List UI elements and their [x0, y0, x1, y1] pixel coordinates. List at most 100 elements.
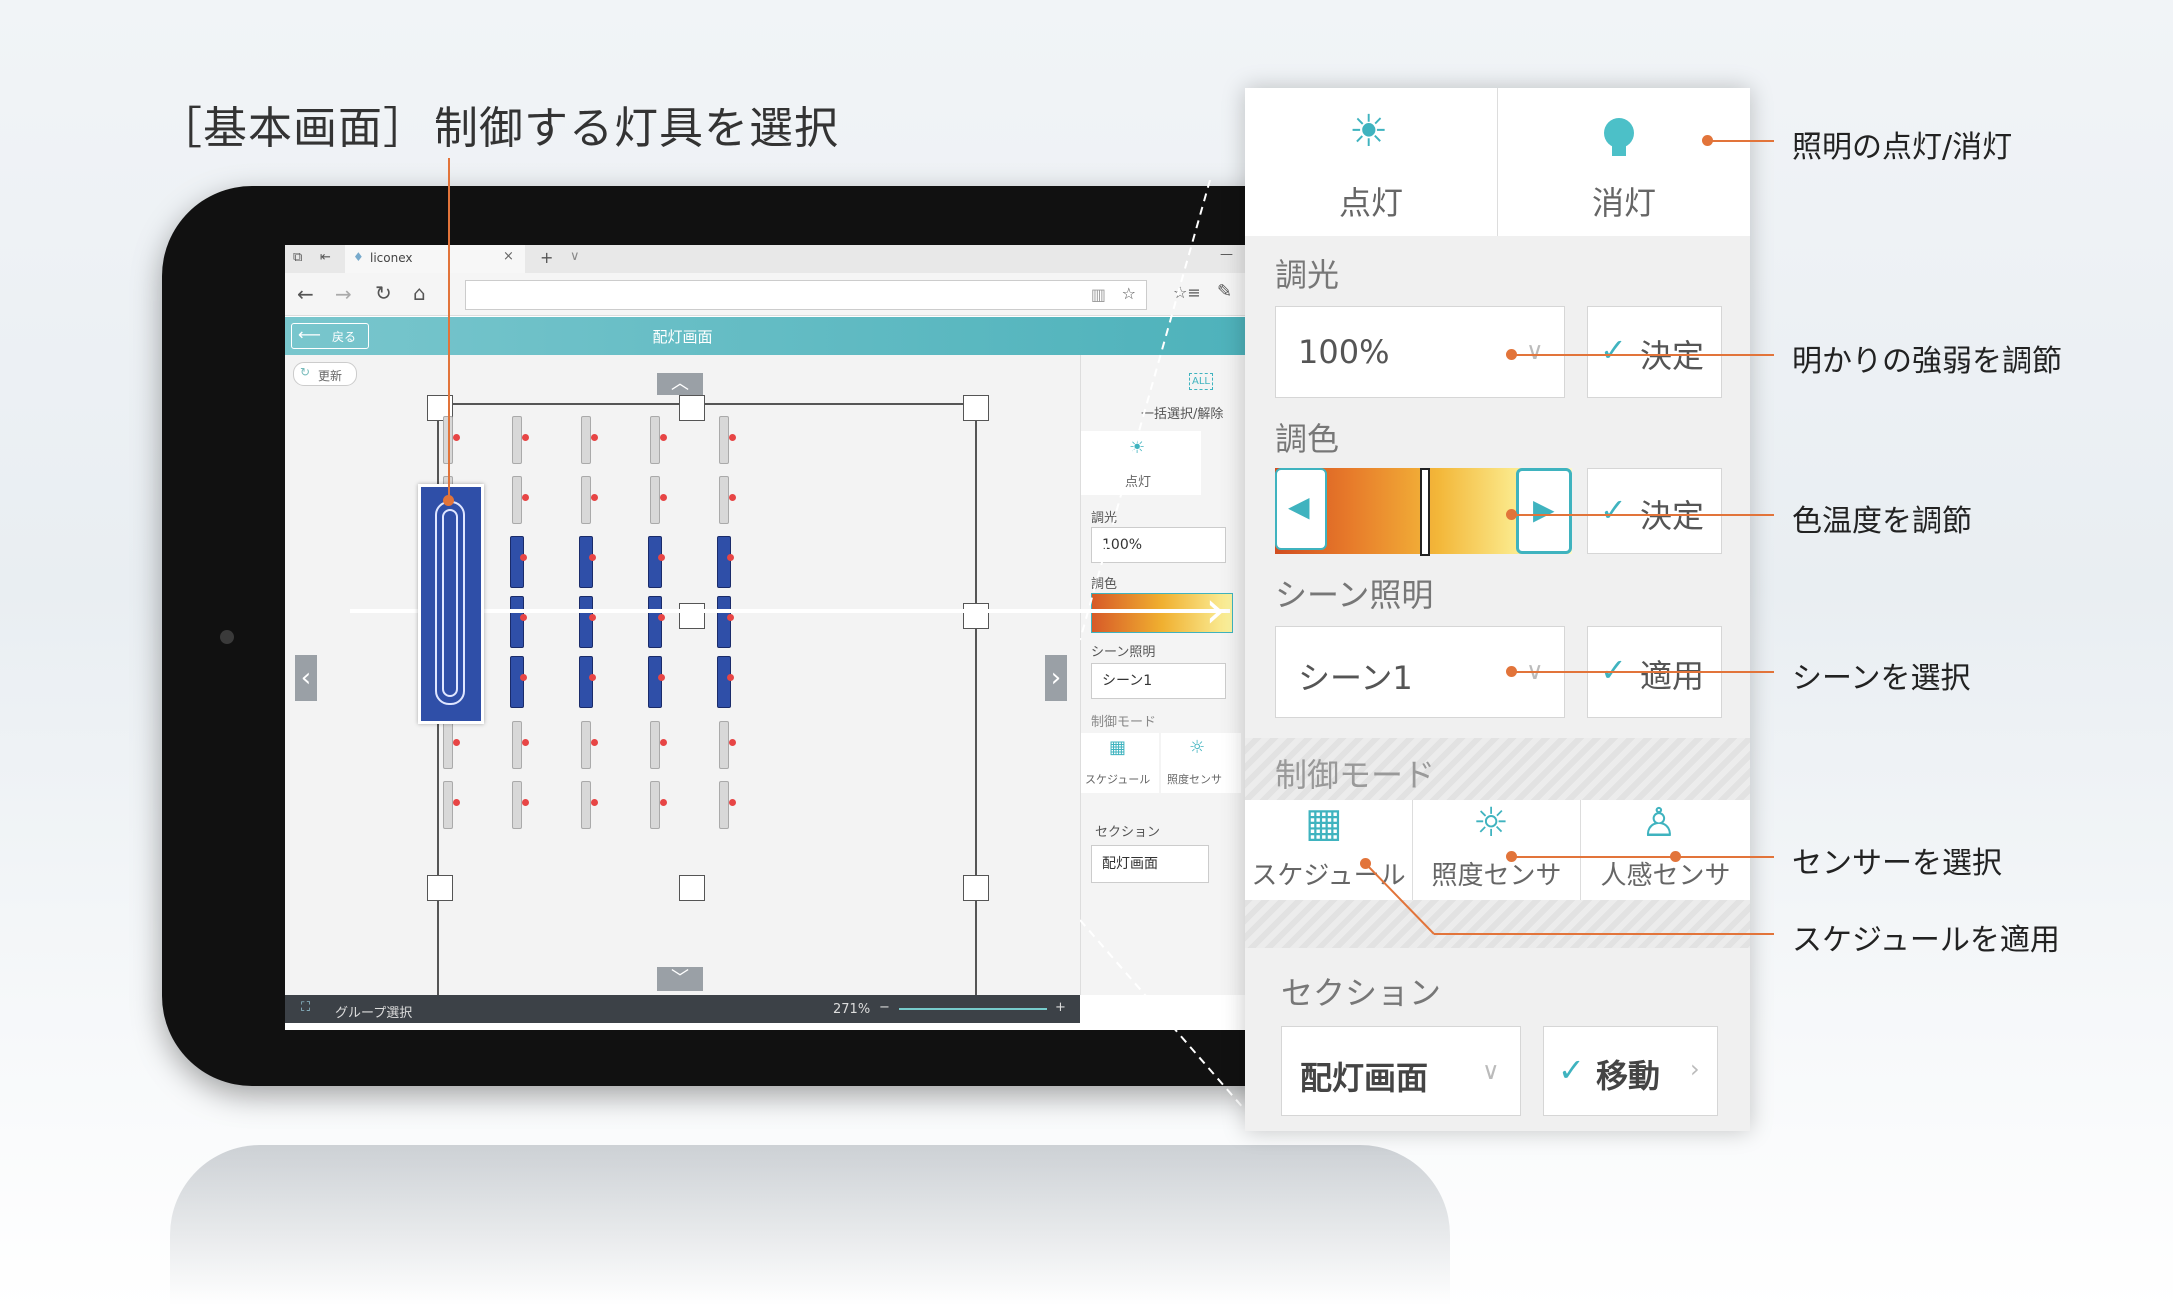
tab-close-icon[interactable]: × — [503, 249, 514, 264]
light-fixture-off[interactable] — [512, 781, 522, 829]
light-fixture-off[interactable] — [719, 476, 729, 524]
light-fixture-on[interactable] — [510, 656, 524, 708]
annotation-dot — [443, 495, 454, 506]
chevron-down-icon: ∨ — [1526, 337, 1544, 365]
annotation-schedule: スケジュールを適用 — [1792, 923, 2060, 958]
sensor-dot-icon — [658, 554, 665, 561]
section-move-button[interactable]: ✓ 移動 › — [1543, 1026, 1718, 1116]
select-fixture-caption: 制御する灯具を選択 — [434, 103, 839, 154]
light-fixture-on[interactable] — [648, 596, 662, 648]
dimming-value: 100% — [1298, 333, 1390, 371]
sensor-dot-icon — [727, 674, 734, 681]
selected-fixture-highlight[interactable] — [418, 484, 484, 724]
light-fixture-off[interactable] — [650, 416, 660, 464]
color-label: 調色 — [1275, 420, 1340, 458]
sensor-dot-icon — [589, 614, 596, 621]
light-fixture-off[interactable] — [581, 781, 591, 829]
color-slider-handle[interactable] — [1420, 468, 1430, 556]
tablet-reflection — [170, 1145, 1450, 1305]
light-fixture-off[interactable] — [719, 721, 729, 769]
light-on-button[interactable]: ☀ 点灯 — [1245, 88, 1498, 236]
zoom-out-button[interactable]: − — [879, 1000, 890, 1015]
bulb-off-icon — [1604, 118, 1634, 148]
pillar — [427, 875, 453, 901]
annotation-brightness: 明かりの強弱を調節 — [1792, 344, 2062, 379]
light-fixture-on[interactable] — [579, 656, 593, 708]
scroll-up-button[interactable]: ︿ — [657, 373, 703, 395]
sensor-dot-icon — [453, 799, 460, 806]
check-icon: ✓ — [1600, 491, 1627, 529]
address-bar[interactable]: ▥ ☆ — [465, 280, 1147, 310]
light-fixture-on[interactable] — [717, 656, 731, 708]
light-fixture-on[interactable] — [717, 596, 731, 648]
refresh-icon: ↻ — [300, 365, 311, 379]
zoom-guide-lines — [1080, 180, 1246, 1111]
light-off-button[interactable]: 消灯 — [1498, 88, 1750, 236]
refresh-icon[interactable]: ↻ — [375, 281, 392, 305]
sensor-dot-icon — [591, 799, 598, 806]
light-fixture-on[interactable] — [510, 536, 524, 588]
new-tab-icon[interactable]: + — [540, 248, 553, 267]
light-fixture-on[interactable] — [579, 536, 593, 588]
screen-label: ［基本画面］ — [158, 103, 428, 154]
sensor-dot-icon — [520, 554, 527, 561]
color-temp-slider[interactable]: ◀ ▶ — [1275, 468, 1572, 556]
light-fixture-on[interactable] — [648, 656, 662, 708]
light-fixture-off[interactable] — [581, 416, 591, 464]
light-fixture-off[interactable] — [512, 476, 522, 524]
light-fixture-on[interactable] — [717, 536, 731, 588]
color-right-button[interactable]: ▶ — [1516, 468, 1572, 554]
sensor-dot-icon — [658, 614, 665, 621]
light-fixture-off[interactable] — [650, 476, 660, 524]
tab-list-icon[interactable]: ⧉ — [293, 250, 302, 265]
annotation-line-sensor — [1511, 856, 1774, 858]
sensor-dot-icon — [591, 434, 598, 441]
light-fixture-off[interactable] — [719, 416, 729, 464]
arrow-right-icon: ▶ — [1533, 493, 1555, 526]
home-icon[interactable]: ⌂ — [413, 281, 426, 305]
annotation-color-temp: 色温度を調節 — [1792, 504, 1972, 539]
light-fixture-off[interactable] — [719, 781, 729, 829]
sensor-dot-icon — [727, 554, 734, 561]
light-sensor-icon: ☼ — [1473, 800, 1509, 846]
light-fixture-off[interactable] — [512, 721, 522, 769]
control-panel-zoom: ☀ 点灯 消灯 調光 100% ∨ ✓ 決定 調色 ◀ ▶ ✓ 決定 シーン照明… — [1245, 88, 1750, 1131]
light-fixture-on[interactable] — [510, 596, 524, 648]
tab-title: liconex — [370, 251, 413, 265]
annotation-line-scene — [1511, 671, 1774, 673]
floor-plan[interactable]: ↻ 更新 ︿ ﹀ ‹ › — [285, 355, 1080, 1007]
dimming-decide-button[interactable]: ✓ 決定 — [1587, 306, 1722, 398]
zoom-in-button[interactable]: + — [1055, 1000, 1066, 1015]
check-icon: ✓ — [1600, 331, 1627, 369]
light-fixture-on[interactable] — [579, 596, 593, 648]
color-decide-button[interactable]: ✓ 決定 — [1587, 468, 1722, 554]
zoom-slider[interactable] — [899, 1008, 1047, 1010]
motion-sensor-mode-button[interactable]: ♙ 人感センサ — [1581, 800, 1750, 900]
browser-tab[interactable]: ♦ liconex × — [345, 245, 525, 273]
annotation-line-schedule — [1434, 933, 1774, 935]
refresh-button[interactable]: ↻ 更新 — [293, 362, 357, 386]
pillar — [679, 395, 705, 421]
light-fixture-off[interactable] — [512, 416, 522, 464]
tab-aside-icon[interactable]: ⇤ — [320, 250, 331, 265]
color-left-button[interactable]: ◀ — [1275, 468, 1327, 550]
light-fixture-on[interactable] — [648, 536, 662, 588]
light-fixture-off[interactable] — [581, 721, 591, 769]
light-fixture-off[interactable] — [650, 781, 660, 829]
dimming-select[interactable]: 100% ∨ — [1275, 306, 1565, 398]
light-fixture-off[interactable] — [443, 781, 453, 829]
bulb-off-icon-base — [1612, 146, 1626, 156]
scroll-right-button[interactable]: › — [1045, 655, 1067, 701]
pillar — [963, 395, 989, 421]
light-fixture-off[interactable] — [581, 476, 591, 524]
light-fixture-off[interactable] — [443, 721, 453, 769]
forward-arrow-icon[interactable]: → — [335, 282, 352, 306]
tab-more-icon[interactable]: ∨ — [570, 249, 580, 264]
check-icon: ✓ — [1600, 651, 1627, 689]
section-select[interactable]: 配灯画面 ∨ — [1281, 1026, 1521, 1116]
back-arrow-icon[interactable]: ← — [297, 282, 314, 306]
scroll-left-button[interactable]: ‹ — [295, 655, 317, 701]
light-fixture-off[interactable] — [650, 721, 660, 769]
group-select-icon[interactable]: ⛶ — [301, 1000, 310, 1015]
group-select-button[interactable]: グループ選択 — [335, 1002, 412, 1021]
